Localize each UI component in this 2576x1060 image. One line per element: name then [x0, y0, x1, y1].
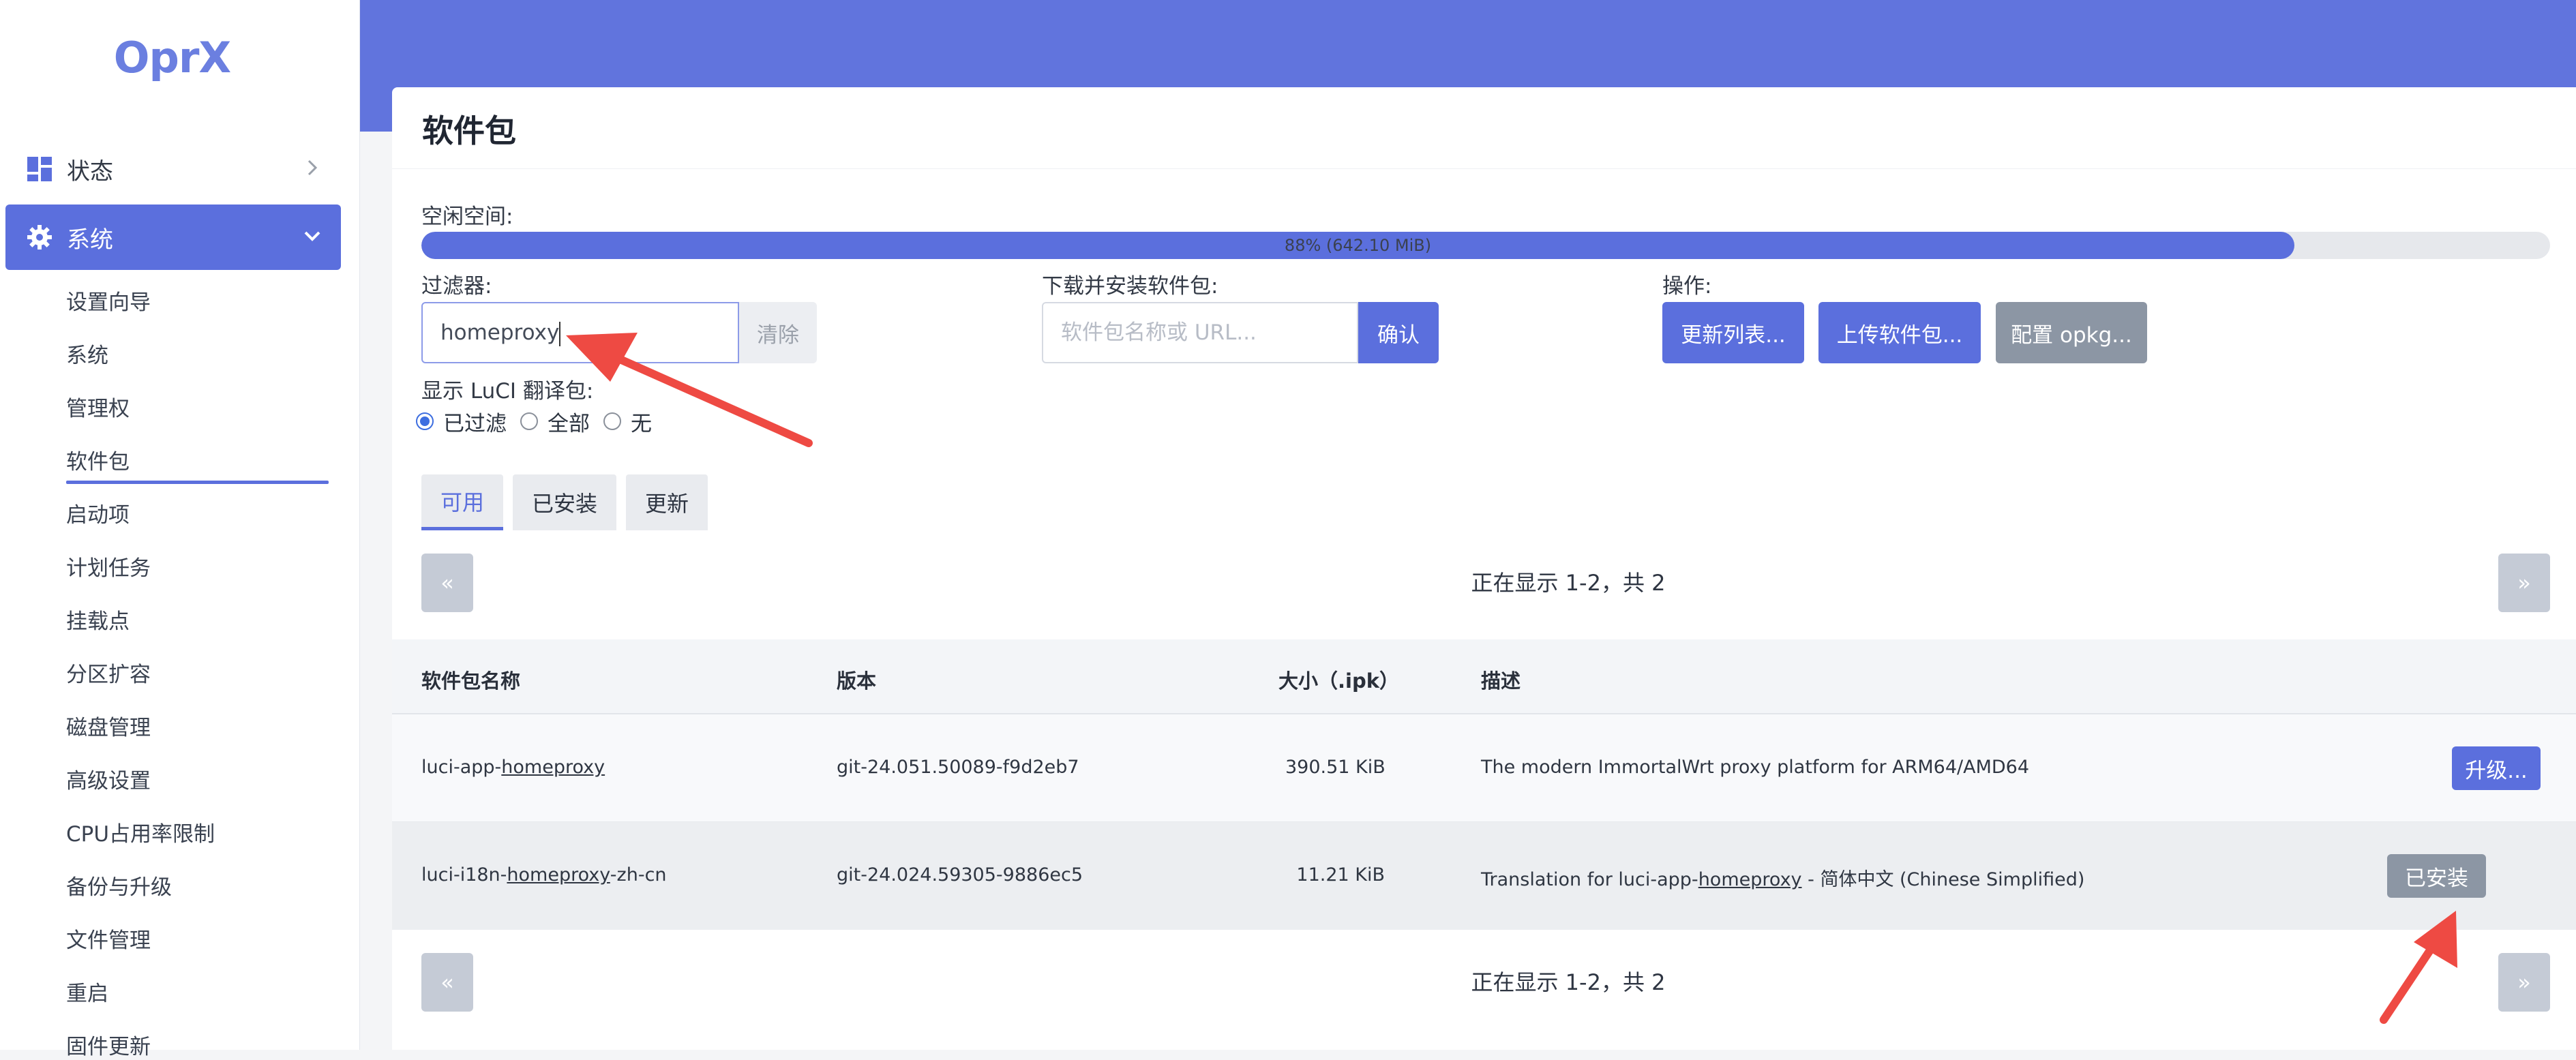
package-size: 11.21 KiB	[1296, 864, 1385, 885]
package-description-text: The modern ImmortalWrt proxy platform fo…	[1481, 757, 2030, 778]
sidebar-item-cpu-limit[interactable]: CPU占用率限制	[66, 817, 215, 847]
column-header-size: 大小（.ipk）	[1278, 669, 1400, 693]
radio-filtered[interactable]	[416, 412, 434, 430]
prev-page-button[interactable]: «	[421, 554, 473, 612]
clear-filter-button[interactable]: 清除	[739, 302, 817, 363]
prev-page-button-bottom[interactable]: «	[421, 953, 473, 1012]
package-name: luci-i18n-homeproxy-zh-cn	[421, 864, 667, 885]
radio-filtered-label[interactable]: 已过滤	[443, 406, 507, 437]
download-install-label: 下载并安装软件包:	[1042, 274, 1218, 299]
radio-none[interactable]	[603, 412, 621, 430]
sidebar-item-startup[interactable]: 启动项	[66, 498, 130, 528]
free-space-progress-text: 88% (642.10 MiB)	[1284, 236, 1432, 255]
upgrade-button[interactable]: 升级...	[2452, 746, 2541, 790]
sidebar-item-reboot[interactable]: 重启	[66, 976, 108, 1007]
chevron-down-icon	[304, 231, 320, 241]
menu-status-label: 状态	[67, 157, 113, 185]
sidebar-item-advanced[interactable]: 高级设置	[66, 763, 151, 794]
sidebar: OprX 状态 系统 设置向导 系统 管理权 软件包 启动项 计划任务 挂载点 …	[0, 0, 360, 1059]
sidebar-item-setup-wizard[interactable]: 设置向导	[66, 285, 151, 316]
sidebar-item-file-manager[interactable]: 文件管理	[66, 923, 151, 954]
package-name: luci-app-homeproxy	[421, 757, 605, 778]
sidebar-item-backup-upgrade[interactable]: 备份与升级	[66, 870, 172, 900]
next-page-button[interactable]: »	[2498, 554, 2550, 612]
logo[interactable]: OprX	[0, 33, 344, 82]
filter-input-value: homeproxy	[440, 320, 560, 345]
sidebar-active-indicator	[66, 481, 329, 484]
column-header-version: 版本	[837, 669, 877, 693]
free-space-progress: 88% (642.10 MiB)	[421, 232, 2550, 259]
package-name-prefix: luci-i18n-	[421, 864, 507, 885]
menu-system[interactable]: 系统	[5, 205, 341, 270]
sidebar-item-firmware-update[interactable]: 固件更新	[66, 1029, 151, 1060]
page-title-bar: 软件包	[392, 87, 2576, 169]
sidebar-item-admin[interactable]: 管理权	[66, 391, 130, 422]
column-header-description: 描述	[1481, 669, 1521, 693]
tab-installed[interactable]: 已安装	[513, 474, 616, 530]
package-size: 390.51 KiB	[1285, 757, 1386, 778]
table-row: luci-app-homeproxy git-24.051.50089-f9d2…	[392, 714, 2576, 822]
filter-label: 过滤器:	[421, 274, 492, 299]
tab-available[interactable]: 可用	[421, 474, 503, 530]
table-header: 软件包名称 版本 大小（.ipk） 描述	[392, 639, 2576, 714]
radio-all[interactable]	[520, 412, 538, 430]
package-name-suffix: -zh-cn	[610, 864, 667, 885]
upload-package-button[interactable]: 上传软件包...	[1818, 302, 1981, 363]
package-url-input[interactable]: 软件包名称或 URL...	[1042, 302, 1358, 363]
package-version: git-24.024.59305-9886ec5	[837, 864, 1083, 885]
package-description-suffix: - 简体中文 (Chinese Simplified)	[1801, 869, 2085, 890]
tab-updates[interactable]: 更新	[626, 474, 708, 530]
package-name-match: homeproxy	[501, 757, 605, 778]
sidebar-item-partition-expand[interactable]: 分区扩容	[66, 657, 151, 688]
radio-all-label[interactable]: 全部	[548, 406, 590, 437]
next-page-button-bottom[interactable]: »	[2498, 953, 2550, 1012]
package-version: git-24.051.50089-f9d2eb7	[837, 757, 1079, 778]
sidebar-item-software[interactable]: 软件包	[66, 444, 130, 475]
sidebar-item-system[interactable]: 系统	[66, 338, 108, 369]
menu-system-label: 系统	[67, 226, 113, 254]
confirm-button[interactable]: 确认	[1358, 302, 1439, 363]
table-row: luci-i18n-homeproxy-zh-cn git-24.024.593…	[392, 822, 2576, 930]
pagination-status: 正在显示 1-2，共 2	[1471, 570, 1666, 596]
luci-translation-radio-group: 已过滤 全部 无	[416, 406, 665, 437]
package-name-prefix: luci-app-	[421, 757, 502, 778]
menu-status[interactable]: 状态	[5, 136, 341, 202]
sidebar-item-scheduled-tasks[interactable]: 计划任务	[66, 551, 151, 581]
page-title: 软件包	[422, 112, 516, 149]
sidebar-item-disk-management[interactable]: 磁盘管理	[66, 710, 151, 741]
gear-icon	[27, 225, 52, 249]
radio-none-label[interactable]: 无	[631, 406, 652, 437]
text-cursor	[559, 321, 561, 346]
chevron-right-icon	[308, 160, 318, 176]
package-description-prefix: Translation for luci-app-	[1481, 869, 1698, 890]
package-name-match: homeproxy	[507, 864, 610, 885]
package-description: The modern ImmortalWrt proxy platform fo…	[1481, 757, 2029, 778]
installed-button[interactable]: 已安装	[2387, 854, 2486, 898]
package-description-match: homeproxy	[1698, 869, 1802, 890]
sidebar-item-mount-points[interactable]: 挂载点	[66, 604, 130, 635]
package-description: Translation for luci-app-homeproxy - 简体中…	[1481, 864, 2084, 891]
dashboard-icon	[27, 157, 52, 181]
free-space-label: 空闲空间:	[421, 205, 513, 229]
column-header-name: 软件包名称	[421, 669, 521, 693]
pagination-status-bottom: 正在显示 1-2，共 2	[1471, 969, 1666, 995]
actions-label: 操作:	[1662, 274, 1712, 299]
filter-input[interactable]: homeproxy	[421, 302, 739, 363]
luci-translation-label: 显示 LuCI 翻译包:	[421, 379, 594, 404]
update-list-button[interactable]: 更新列表...	[1662, 302, 1804, 363]
configure-opkg-button[interactable]: 配置 opkg...	[1996, 302, 2147, 363]
